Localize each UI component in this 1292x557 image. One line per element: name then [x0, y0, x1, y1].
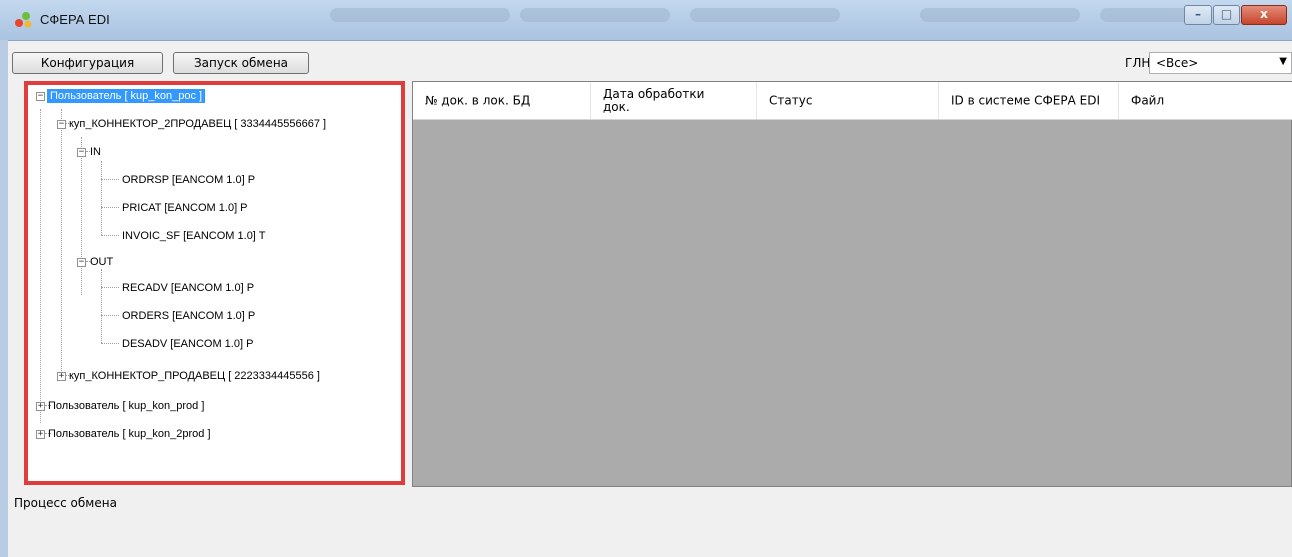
configuration-button[interactable]: Конфигурация — [12, 52, 163, 74]
minimize-button[interactable]: – — [1184, 5, 1212, 25]
collapse-icon[interactable]: − — [36, 92, 45, 101]
column-header-status[interactable]: Статус — [757, 82, 939, 119]
window-title: СФЕРА EDI — [40, 12, 110, 27]
tree-node-label[interactable]: Пользователь [ kup_kon_2prod ] — [45, 427, 214, 441]
collapse-icon[interactable]: − — [57, 120, 66, 129]
expand-icon[interactable]: + — [36, 430, 45, 439]
tree-line — [61, 109, 62, 375]
window-left-edge — [0, 40, 8, 557]
gln-label: ГЛН — [1125, 56, 1151, 70]
minimize-icon: – — [1195, 7, 1201, 21]
tree-line — [101, 269, 102, 343]
tree-line — [81, 137, 82, 295]
tree-line — [101, 207, 119, 208]
chevron-down-icon: ▼ — [1279, 56, 1287, 67]
tree-line — [40, 109, 41, 423]
collapse-icon[interactable]: − — [77, 258, 86, 267]
blurred-title-area — [1100, 8, 1190, 22]
gln-select[interactable]: <Все> ▼ — [1149, 52, 1292, 74]
app-logo-icon — [15, 12, 32, 28]
tree-line — [101, 315, 119, 316]
tree-node-label[interactable]: DESADV [EANCOM 1.0] P — [119, 337, 256, 351]
app-window: СФЕРА EDI – □ x Конфигурация Запуск обме… — [0, 0, 1292, 557]
column-header-processing-date[interactable]: Дата обработки док. — [591, 82, 757, 119]
close-icon: x — [1260, 7, 1268, 21]
title-bar[interactable]: СФЕРА EDI – □ x — [0, 0, 1292, 41]
tree-line — [101, 287, 119, 288]
column-header-doc-number[interactable]: № док. в лок. БД — [413, 82, 591, 119]
column-header-sfera-id[interactable]: ID в системе СФЕРА EDI — [939, 82, 1119, 119]
tree-node-label[interactable]: куп_КОННЕКТОР_2ПРОДАВЕЦ [ 3334445556667 … — [66, 117, 329, 131]
blurred-title-area — [920, 8, 1080, 22]
tree-node-label[interactable]: ORDERS [EANCOM 1.0] P — [119, 309, 258, 323]
account-tree[interactable]: − Пользователь [ kup_kon_poc ] − куп_КОН… — [24, 81, 405, 485]
expand-icon[interactable]: + — [57, 372, 66, 381]
tree-line — [101, 343, 119, 344]
expand-icon[interactable]: + — [36, 402, 45, 411]
grid-header: № док. в лок. БД Дата обработки док. Ста… — [413, 82, 1292, 120]
tree-line — [101, 161, 102, 235]
start-exchange-button[interactable]: Запуск обмена — [173, 52, 309, 74]
tree-node-label[interactable]: куп_КОННЕКТОР_ПРОДАВЕЦ [ 2223334445556 ] — [66, 369, 323, 383]
tree-node-label[interactable]: ORDRSP [EANCOM 1.0] P — [119, 173, 258, 187]
tree-node-label[interactable]: PRICAT [EANCOM 1.0] P — [119, 201, 251, 215]
column-header-file[interactable]: Файл — [1119, 82, 1292, 119]
exchange-process-label: Процесс обмена — [14, 496, 117, 510]
tree-node-label[interactable]: INVOIC_SF [EANCOM 1.0] T — [119, 229, 268, 243]
tree-line — [101, 235, 119, 236]
tree-node-label[interactable]: Пользователь [ kup_kon_poc ] — [47, 89, 206, 103]
tree-line — [101, 179, 119, 180]
tree-node-label[interactable]: OUT — [87, 255, 116, 269]
collapse-icon[interactable]: − — [77, 148, 86, 157]
maximize-icon: □ — [1220, 7, 1233, 21]
tree-node-label[interactable]: Пользователь [ kup_kon_prod ] — [45, 399, 207, 413]
tree-node-label[interactable]: IN — [87, 145, 104, 159]
blurred-title-area — [520, 8, 670, 22]
blurred-title-area — [330, 8, 510, 22]
documents-grid[interactable]: № док. в лок. БД Дата обработки док. Ста… — [412, 81, 1292, 487]
tree-node-label[interactable]: RECADV [EANCOM 1.0] P — [119, 281, 257, 295]
close-button[interactable]: x — [1241, 5, 1287, 25]
maximize-button[interactable]: □ — [1213, 5, 1240, 25]
gln-selected-value: <Все> — [1156, 56, 1199, 70]
blurred-title-area — [690, 8, 840, 22]
